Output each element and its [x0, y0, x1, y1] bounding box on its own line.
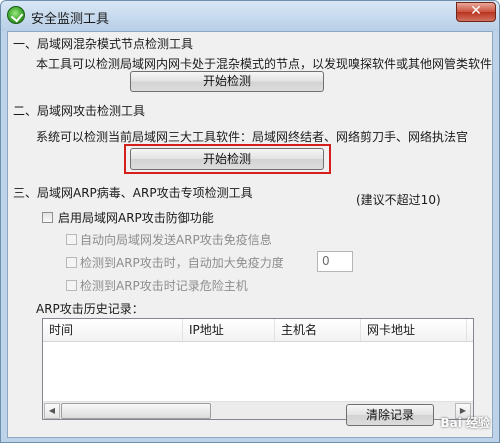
section3-heading: 三、局域网ARP病毒、ARP攻击专项检测工具 — [13, 186, 253, 200]
watermark: Bai 经验 — [440, 416, 490, 430]
boost-immunity-checkbox[interactable] — [66, 257, 77, 268]
shield-check-icon — [7, 6, 25, 24]
history-label: ARP攻击历史记录： — [36, 302, 144, 316]
col-mac[interactable]: 网卡地址 — [361, 319, 467, 341]
attack-detect-button[interactable]: 开始检测 — [130, 148, 324, 170]
col-ip[interactable]: IP地址 — [183, 319, 275, 341]
section2-description: 系统可以检测当前局域网三大工具软件：局域网终结者、网络剪刀手、网络执法官 — [36, 130, 469, 144]
enable-arp-defense-checkbox[interactable] — [42, 212, 53, 223]
send-immunity-label: 自动向局域网发送ARP攻击免疫信息 — [80, 233, 272, 247]
scroll-thumb[interactable] — [61, 403, 211, 419]
scroll-left-icon[interactable]: ◀ — [44, 403, 60, 419]
clear-records-button[interactable]: 清除记录 — [346, 404, 434, 426]
title-bar[interactable]: 安全监测工具 ✕ — [1, 1, 499, 31]
section1-description: 本工具可以检测局域网内网卡处于混杂模式的节点，以发现嗅探软件或其他网管类软件 — [36, 57, 493, 71]
section2-heading: 二、局域网攻击检测工具 — [13, 104, 146, 118]
hint-text: (建议不超过10) — [356, 193, 441, 207]
close-button[interactable]: ✕ — [456, 2, 496, 22]
window-title: 安全监测工具 — [31, 12, 110, 27]
enable-arp-defense-label: 启用局域网ARP攻击防御功能 — [58, 211, 214, 225]
col-hostname[interactable]: 主机名 — [275, 319, 361, 341]
col-time[interactable]: 时间 — [43, 319, 183, 341]
boost-immunity-label: 检测到ARP攻击时，自动加大免疫力度 — [80, 256, 284, 270]
log-hosts-label: 检测到ARP攻击时记录危险主机 — [80, 279, 248, 293]
promiscuous-detect-button[interactable]: 开始检测 — [130, 71, 324, 92]
send-immunity-checkbox[interactable] — [66, 234, 77, 245]
list-header: 时间 IP地址 主机名 网卡地址 ( — [43, 319, 473, 342]
main-window: 安全监测工具 ✕ 一、局域网混杂模式节点检测工具 本工具可以检测局域网内网卡处于… — [0, 0, 500, 443]
immunity-level-input[interactable]: 0 — [317, 251, 353, 272]
content-panel: 一、局域网混杂模式节点检测工具 本工具可以检测局域网内网卡处于混杂模式的节点，以… — [7, 31, 493, 438]
col-more[interactable]: ( — [467, 319, 473, 341]
section1-heading: 一、局域网混杂模式节点检测工具 — [13, 37, 194, 51]
log-hosts-checkbox[interactable] — [66, 280, 77, 291]
